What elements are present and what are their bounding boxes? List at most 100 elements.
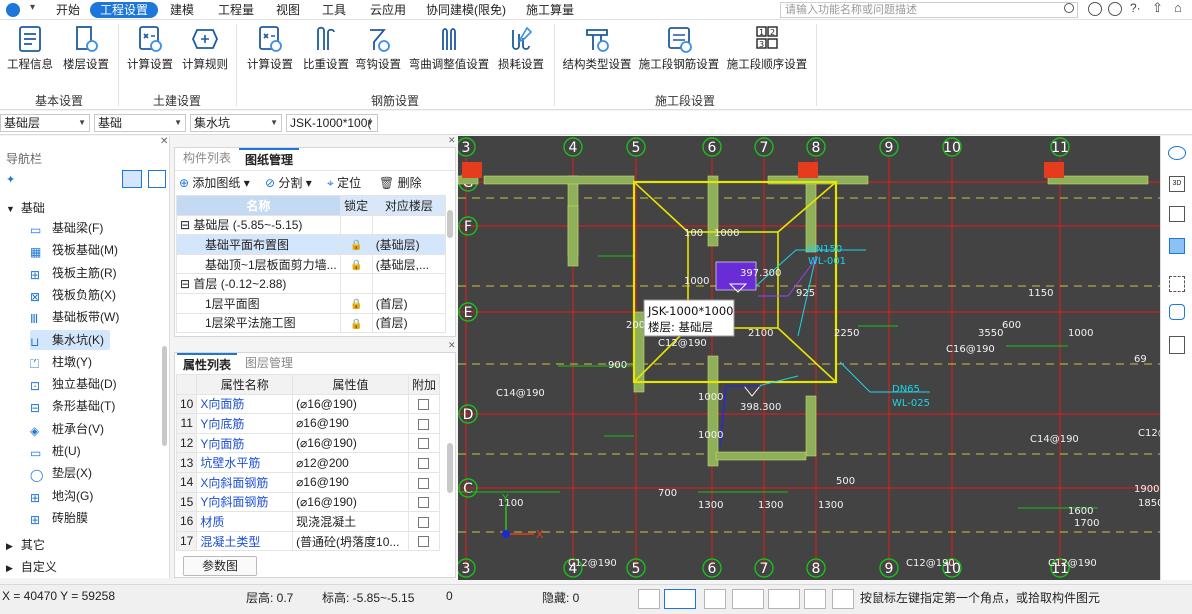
nav-scrollbar[interactable] (162, 346, 167, 446)
structure-type-settings-button[interactable]: 结构类型设置 (560, 24, 634, 82)
checkbox[interactable] (418, 477, 430, 489)
menu-modeling[interactable]: 建模 (164, 2, 200, 18)
table-row[interactable]: 11 Y向底筋 ⌀16@190 (175, 413, 441, 434)
loss-settings-button[interactable]: 损耗设置 (494, 24, 548, 82)
nav-item[interactable]: ⊞ 地沟(G) (30, 486, 93, 506)
cube-blue-icon[interactable] (1169, 238, 1185, 254)
lock-cell[interactable]: 🔒 (339, 312, 373, 334)
checkbox[interactable] (418, 418, 430, 430)
checkbox[interactable] (418, 458, 430, 469)
account-icon[interactable] (1088, 2, 1102, 16)
civil-calc-settings-button[interactable]: 计算设置 (124, 24, 176, 82)
split-button[interactable]: ⊘ 分割 ▾ (265, 174, 312, 191)
lock-cell[interactable] (339, 214, 373, 236)
nav-item[interactable]: ◈ 桩承台(V) (30, 419, 104, 439)
menu-quantity[interactable]: 工程量 (212, 2, 260, 18)
table-row[interactable]: 17 混凝土类型 (普通砼(坍落度10... (175, 530, 441, 552)
table-row[interactable]: ⊟ 基础层 (-5.85~-5.15) (176, 214, 447, 236)
hex-icon[interactable] (1169, 304, 1185, 320)
checkbox[interactable] (418, 497, 430, 509)
search-input[interactable]: 请输入功能名称或问题描述 (780, 2, 1078, 18)
lock-icon[interactable]: 🔒 (350, 260, 362, 271)
cube-view-icon[interactable] (1169, 206, 1185, 222)
nav-item[interactable]: Ⅲ 基础板带(W) (30, 307, 119, 327)
tab-property-list[interactable]: 属性列表 (177, 353, 238, 373)
menu-tools[interactable]: 工具 (316, 2, 352, 18)
select-box-button[interactable] (664, 589, 696, 609)
nav-item[interactable]: ⊞ 筏板主筋(R) (30, 263, 117, 283)
add-drawing-button[interactable]: ⊕ 添加图纸 ▾ (179, 174, 250, 191)
menu-construction[interactable]: 施工算量 (520, 2, 580, 18)
cross-button[interactable] (704, 589, 726, 609)
fullscreen-icon[interactable] (1169, 276, 1185, 292)
tab-drawing-management[interactable]: 图纸管理 (239, 148, 300, 168)
category-select[interactable]: 基础 ▼ (94, 114, 186, 132)
property-scrollbar[interactable] (447, 443, 453, 493)
layer-button[interactable] (804, 589, 826, 609)
collapse-icon[interactable]: ⊟ (180, 218, 193, 232)
orbit-icon[interactable] (1168, 146, 1186, 160)
nav-item[interactable]: ◯ 垫层(X) (30, 463, 92, 483)
menu-project-settings[interactable]: 工程设置 (90, 2, 159, 18)
lock-cell[interactable]: 🔒 (339, 292, 373, 314)
upgrade-icon[interactable]: ⇧ (1152, 0, 1163, 16)
nav-item[interactable]: ⊠ 筏板负筋(X) (30, 285, 116, 305)
menu-collab[interactable]: 协同建模(限免) (420, 2, 512, 18)
list-view-icon[interactable] (122, 170, 142, 188)
floor-settings-button[interactable]: 楼层设置 (60, 24, 112, 82)
checkbox[interactable] (418, 536, 430, 548)
menu-view[interactable]: 视图 (270, 2, 306, 18)
close-icon[interactable]: ✕ (448, 135, 456, 146)
locate-button[interactable]: ⌖ 定位 (327, 174, 361, 191)
nav-item[interactable]: ⊞ 砖胎膜 (30, 508, 88, 528)
nav-item[interactable]: ▭ 基础梁(F) (30, 218, 103, 238)
report-icon[interactable] (1169, 336, 1185, 354)
message-icon[interactable] (1108, 2, 1122, 16)
nav-item[interactable]: ⊟ 条形基础(T) (30, 396, 115, 416)
nav-group-custom[interactable]: ▶ 自定义 (6, 558, 57, 575)
tab-layer-management[interactable]: 图层管理 (239, 353, 299, 373)
3d-view-icon[interactable]: 3D (1169, 176, 1185, 192)
drawing-canvas[interactable]: 345678910113456789101112GFEDCDC 397.3003… (458, 136, 1160, 580)
nav-item[interactable]: ▭ 桩(U) (30, 441, 81, 461)
type-select[interactable]: 集水坑 ▼ (190, 114, 282, 132)
table-row[interactable]: 13 坑壁水平筋 ⌀12@200 (175, 452, 441, 473)
search-icon[interactable] (1064, 3, 1074, 13)
tab-component-list[interactable]: 构件列表 (177, 148, 237, 168)
checkbox[interactable] (418, 399, 430, 411)
table-row[interactable]: 15 Y向斜面钢筋 (⌀16@190) (175, 491, 441, 513)
angle-button[interactable] (732, 589, 764, 609)
floor-select[interactable]: 基础层 ▼ (0, 114, 90, 132)
lock-icon[interactable]: 🔒 (350, 240, 362, 251)
checkbox[interactable] (418, 438, 430, 450)
polyline-button[interactable] (832, 589, 854, 609)
hook-settings-button[interactable]: 弯钩设置 (352, 24, 404, 82)
params-figure-button[interactable]: 参数图 (183, 556, 257, 576)
rebar-calc-settings-button[interactable]: 计算设置 (244, 24, 296, 82)
quick-access-icon[interactable]: ▾ (30, 2, 35, 13)
app-logo-icon[interactable] (6, 3, 20, 17)
menu-cloud[interactable]: 云应用 (364, 2, 412, 18)
segment-rebar-settings-button[interactable]: 施工段钢筋设置 (636, 24, 722, 82)
table-row[interactable]: ⊟ 首层 (-0.12~2.88) (176, 273, 447, 294)
sparkle-icon[interactable]: ✦ (6, 173, 15, 186)
segment-order-settings-button[interactable]: 123 施工段顺序设置 (724, 24, 810, 82)
nav-root-foundation[interactable]: ▼ 基础 (6, 199, 45, 216)
ortho-button[interactable] (638, 589, 660, 609)
detail-view-icon[interactable] (148, 170, 166, 188)
lock-cell[interactable]: 🔒 (339, 253, 373, 275)
bend-adjust-settings-button[interactable]: 弯曲调整值设置 (406, 24, 492, 82)
table-row[interactable]: 1层平面图 🔒 (首层) (176, 292, 447, 314)
drawing-scrollbar[interactable] (447, 210, 453, 238)
nav-group-other[interactable]: ▶ 其它 (6, 536, 45, 553)
collapse-icon[interactable]: ⊟ (180, 277, 193, 291)
table-row[interactable]: 12 Y向面筋 (⌀16@190) (175, 432, 441, 454)
nav-item[interactable]: ▦ 筏板基础(M) (30, 240, 118, 260)
table-row[interactable]: 1层梁平法施工图 🔒 (首层) (176, 312, 447, 334)
calc-rules-button[interactable]: 计算规则 (180, 24, 230, 82)
snap-button[interactable] (768, 589, 800, 609)
close-icon[interactable]: ✕ (448, 340, 456, 351)
nav-item[interactable]: ⏍ 柱墩(Y) (30, 352, 92, 372)
menu-start[interactable]: 开始 (50, 2, 86, 18)
table-row[interactable]: 基础顶~1层板面剪力墙... 🔒 (基础层,... (176, 253, 447, 275)
